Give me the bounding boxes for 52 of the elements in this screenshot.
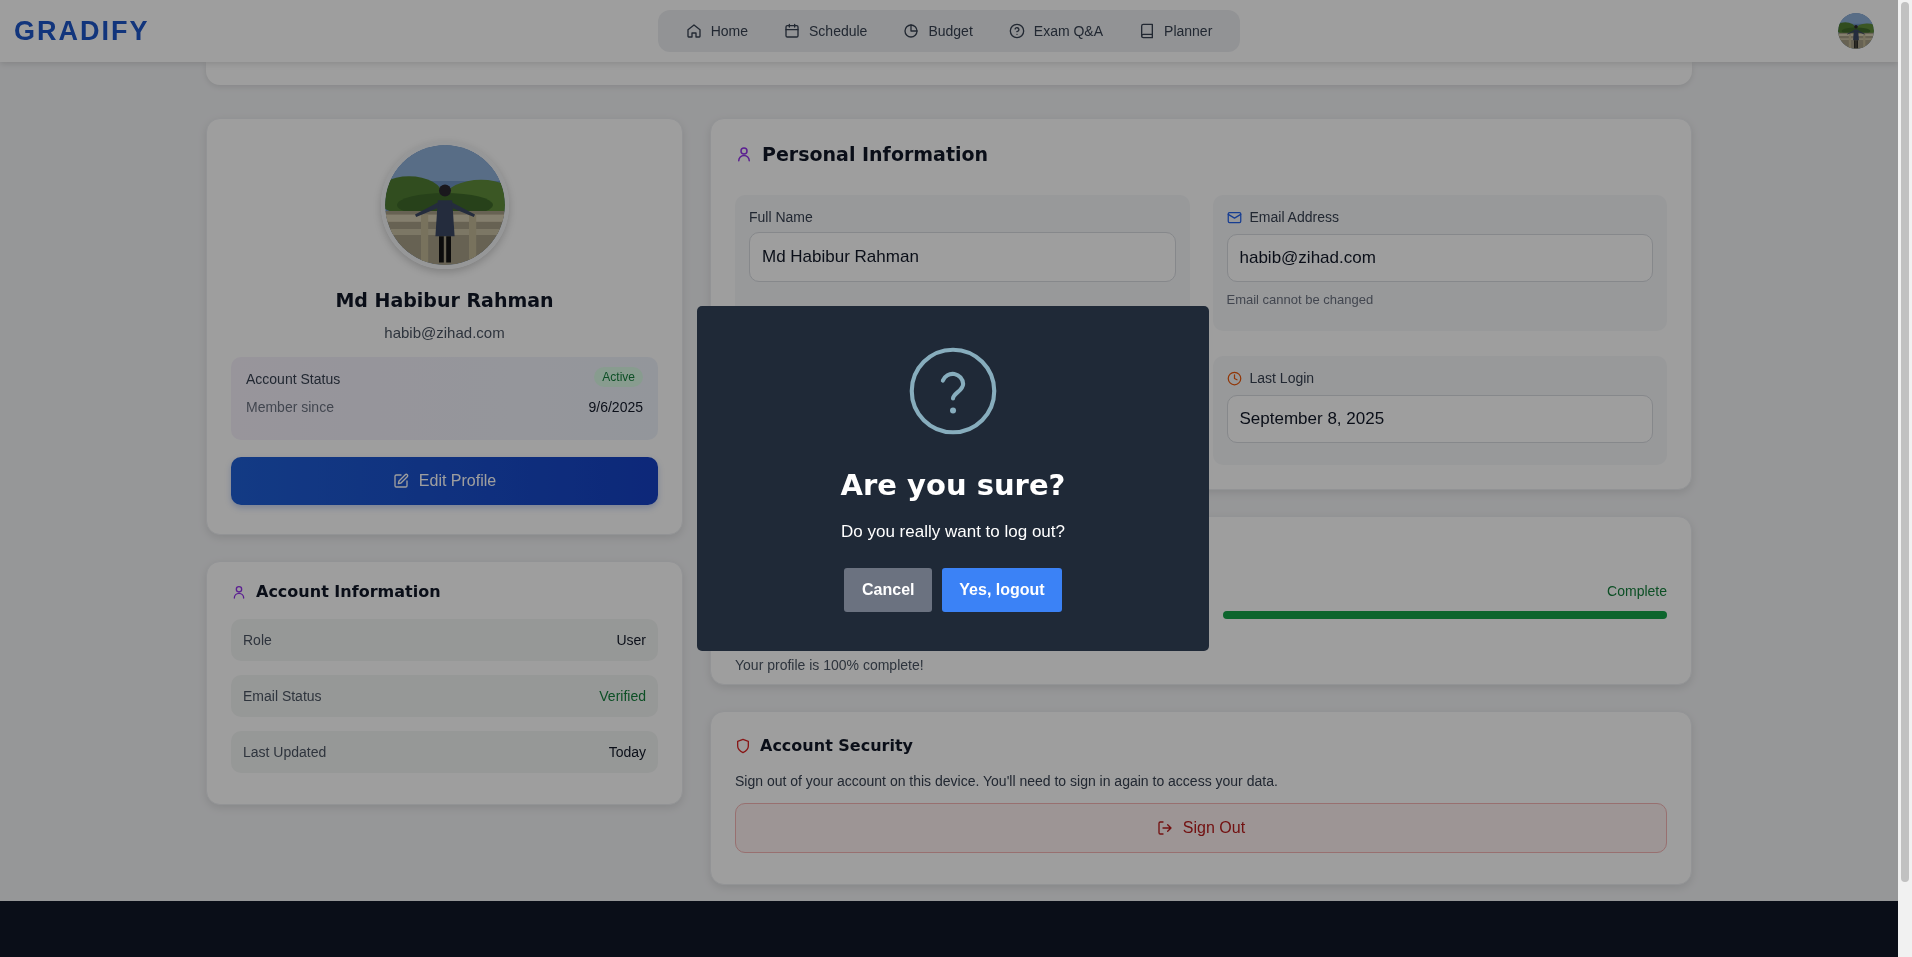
home-icon (685, 23, 702, 39)
user-icon (735, 145, 753, 163)
dialog-message: Do you really want to log out? (841, 522, 1065, 542)
nav-link[interactable]: Home (669, 19, 765, 43)
sign-out-button[interactable]: Sign Out (735, 803, 1667, 853)
field-label: Last Login (1249, 370, 1315, 386)
edit-icon (392, 473, 409, 489)
completion-text: Your profile is 100% complete! (735, 657, 925, 673)
profile-name: Md Habibur Rahman (335, 289, 554, 311)
scrollbar-thumb[interactable] (1901, 2, 1909, 882)
completion-status: Complete (1607, 583, 1667, 599)
nav-link[interactable]: Budget (887, 19, 989, 43)
dialog-title: Are you sure? (840, 468, 1066, 502)
member-date: 9/6/2025 (588, 399, 643, 415)
input-field[interactable]: September 8, 2025 (1226, 395, 1653, 443)
section-title: Account Security (760, 736, 914, 755)
row-value: Today (608, 744, 646, 760)
row-label: Email Status (243, 688, 322, 704)
help-icon (908, 346, 998, 436)
profile-email: habib@zihad.com (384, 324, 505, 341)
logo[interactable]: GRADIFY (14, 15, 150, 47)
input-field[interactable]: habib@zihad.com (1226, 234, 1653, 282)
user-icon (231, 583, 247, 600)
member-label: Member since (246, 399, 334, 415)
clock-icon (1226, 370, 1242, 386)
help-icon (1008, 23, 1025, 39)
nav-link[interactable]: Exam Q&A (992, 19, 1120, 43)
logout-icon (1156, 820, 1173, 836)
row-value: Verified (599, 688, 646, 704)
mail-icon (1226, 209, 1242, 225)
calendar-icon (784, 23, 801, 39)
status-badge: Active (594, 367, 643, 387)
scrollbar[interactable] (1898, 0, 1912, 957)
row-label: Last Updated (243, 744, 327, 760)
section-title: Account Information (256, 582, 441, 601)
nav-link[interactable]: Schedule (768, 19, 884, 43)
input-field[interactable]: Md Habibur Rahman (749, 232, 1176, 282)
edit-profile-button[interactable]: Edit Profile (231, 457, 658, 505)
status-label: Account Status (246, 371, 341, 387)
confirm-button[interactable]: Yes, logout (942, 568, 1062, 612)
row-value: User (616, 632, 646, 648)
shield-icon (735, 737, 751, 754)
security-text: Sign out of your account on this device. You'll need to sign in again to access your data. (735, 773, 1279, 789)
field-label: Full Name (749, 209, 813, 225)
section-title: Personal Information (762, 143, 989, 165)
field-hint: Email cannot be changed (1226, 292, 1375, 307)
row-label: Role (243, 632, 272, 648)
book-icon (1139, 23, 1156, 39)
pie-chart-icon (903, 23, 920, 39)
nav-link[interactable]: Planner (1123, 19, 1229, 43)
cancel-button[interactable]: Cancel (844, 568, 932, 612)
field-label: Email Address (1249, 209, 1339, 225)
